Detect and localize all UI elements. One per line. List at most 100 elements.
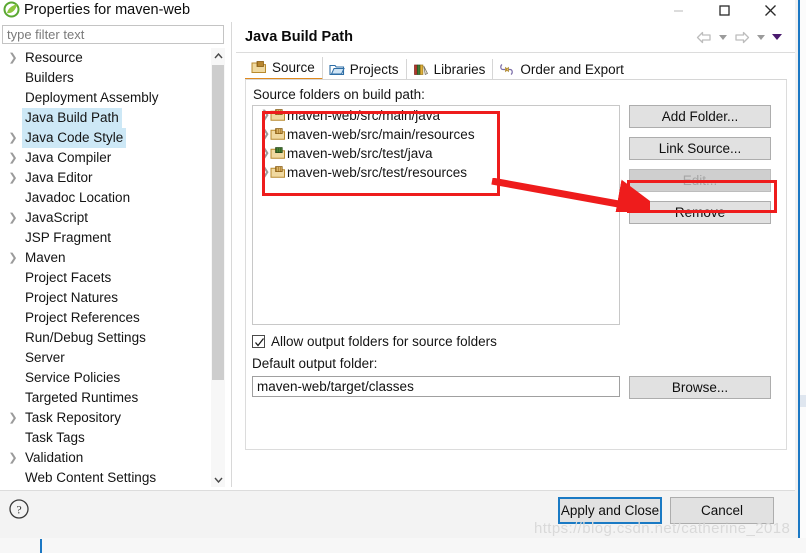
sidebar-item-project-references[interactable]: Project References [2, 308, 224, 328]
allow-output-folders-checkbox[interactable] [252, 335, 265, 348]
source-folder-path: maven-web/src/test/resources [287, 165, 468, 180]
sidebar-item-deployment-assembly[interactable]: Deployment Assembly [2, 88, 224, 108]
back-arrow-icon[interactable] [695, 28, 713, 46]
background-editor-scroll-track [800, 0, 806, 553]
filter-input[interactable] [2, 25, 224, 44]
sidebar-item-label: Validation [25, 450, 84, 465]
sidebar-item-label: JavaScript [25, 210, 89, 225]
source-folder-icon [270, 127, 286, 142]
sidebar-item-task-tags[interactable]: Task Tags [2, 428, 224, 448]
svg-text:?: ? [16, 503, 21, 517]
source-folder-icon [251, 60, 267, 75]
chevron-right-icon[interactable]: ❯ [7, 408, 19, 428]
sidebar-item-validation[interactable]: ❯ Validation [2, 448, 224, 468]
sidebar-item-javadoc-location[interactable]: Javadoc Location [2, 188, 224, 208]
chevron-right-icon[interactable]: ❯ [7, 248, 19, 268]
source-folder-row[interactable]: ❯ maven-web/src/test/java [253, 144, 619, 163]
source-folder-row[interactable]: ❯ maven-web/src/test/resources [253, 163, 619, 182]
sidebar-item-label: Run/Debug Settings [25, 330, 146, 345]
page-title: Java Build Path [245, 29, 353, 45]
scrollbar-thumb[interactable] [212, 65, 224, 380]
background-editor-scroll-thumb[interactable] [800, 395, 806, 407]
sidebar-item-run-debug-settings[interactable]: Run/Debug Settings [2, 328, 224, 348]
tab-label: Projects [349, 62, 399, 77]
sidebar-item-java-editor[interactable]: ❯ Java Editor [2, 168, 224, 188]
chevron-down-icon[interactable] [211, 472, 225, 487]
settings-tree-scrollbar[interactable] [210, 48, 225, 487]
sidebar-item-javascript[interactable]: ❯ JavaScript [2, 208, 224, 228]
sidebar-item-label: Resource [25, 50, 83, 65]
source-folders-label: Source folders on build path: [253, 87, 425, 102]
sidebar-item-java-code-style[interactable]: ❯ Java Code Style [2, 128, 224, 148]
source-buttons-column: Add Folder... Link Source... Edit... Remove [629, 105, 771, 233]
chevron-up-icon[interactable] [211, 48, 225, 63]
test-source-folder-icon [270, 146, 286, 161]
tab-bar: Source Projects Libraries Order and Export [245, 57, 631, 80]
background-bottom-accent [40, 539, 42, 553]
close-icon[interactable] [747, 0, 793, 20]
sidebar-item-label: Web Content Settings [25, 470, 157, 485]
sidebar-item-java-compiler[interactable]: ❯ Java Compiler [2, 148, 224, 168]
sidebar-item-label: Maven [25, 250, 66, 265]
sidebar-item-task-repository[interactable]: ❯ Task Repository [2, 408, 224, 428]
tab-projects[interactable]: Projects [322, 59, 407, 80]
properties-dialog: Properties for maven-web ❯ Resource Builde… [0, 0, 795, 538]
sidebar-item-service-policies[interactable]: Service Policies [2, 368, 224, 388]
cancel-button[interactable]: Cancel [670, 497, 774, 524]
maximize-icon[interactable] [701, 0, 747, 20]
sidebar-item-project-facets[interactable]: Project Facets [2, 268, 224, 288]
source-folder-path: maven-web/src/test/java [287, 146, 433, 161]
forward-arrow-icon[interactable] [733, 28, 751, 46]
source-folder-icon [270, 165, 286, 180]
chevron-right-icon[interactable]: ❯ [7, 168, 19, 188]
allow-output-folders-label: Allow output folders for source folders [271, 334, 497, 349]
chevron-right-icon[interactable]: ❯ [7, 148, 19, 168]
back-menu-caret-down-icon[interactable] [717, 28, 729, 46]
edit-button: Edit... [629, 169, 771, 192]
sidebar-item-label: Javadoc Location [25, 190, 131, 205]
forward-menu-caret-down-icon[interactable] [755, 28, 767, 46]
view-menu-caret-down-filled-icon[interactable] [771, 28, 783, 46]
add-folder-button[interactable]: Add Folder... [629, 105, 771, 128]
sidebar-item-jsp-fragment[interactable]: JSP Fragment [2, 228, 224, 248]
chevron-right-icon[interactable]: ❯ [7, 128, 19, 148]
default-output-folder-input[interactable] [252, 376, 620, 397]
background-accent-line [798, 0, 800, 553]
sidebar-item-builders[interactable]: Builders [2, 68, 224, 88]
help-icon[interactable]: ? [8, 498, 30, 520]
libraries-icon [413, 62, 429, 77]
source-folder-row[interactable]: ❯ maven-web/src/main/resources [253, 125, 619, 144]
sidebar-item-label: JSP Fragment [25, 230, 112, 245]
sidebar-item-resource[interactable]: ❯ Resource [2, 48, 224, 68]
settings-tree[interactable]: ❯ Resource Builders Deployment Assembly Java… [2, 48, 224, 487]
tab-libraries[interactable]: Libraries [406, 59, 494, 80]
allow-output-folders-row[interactable]: Allow output folders for source folders [252, 334, 497, 349]
window-title: Properties for maven-web [24, 2, 191, 18]
chevron-right-icon[interactable]: ❯ [7, 208, 19, 228]
source-folders-list[interactable]: ❯ maven-web/src/main/java ❯ maven-web/src/m… [252, 105, 620, 325]
link-source-button[interactable]: Link Source... [629, 137, 771, 160]
sidebar-item-targeted-runtimes[interactable]: Targeted Runtimes [2, 388, 224, 408]
browse-button[interactable]: Browse... [629, 376, 771, 399]
sidebar-item-server[interactable]: Server [2, 348, 224, 368]
source-folder-path: maven-web/src/main/java [287, 108, 441, 123]
projects-icon [329, 62, 345, 77]
minimize-icon[interactable] [655, 0, 701, 20]
chevron-right-icon[interactable]: ❯ [7, 448, 19, 468]
chevron-right-icon[interactable]: ❯ [7, 48, 19, 68]
sidebar-item-label: Java Code Style [22, 128, 127, 148]
source-folder-icon [270, 108, 286, 123]
sidebar-item-label: Project References [25, 310, 140, 325]
sidebar-item-project-natures[interactable]: Project Natures [2, 288, 224, 308]
order-export-icon [499, 62, 515, 77]
tab-source[interactable]: Source [245, 57, 323, 80]
source-folder-row[interactable]: ❯ maven-web/src/main/java [253, 106, 619, 125]
apply-and-close-button[interactable]: Apply and Close [558, 497, 662, 524]
tab-label: Source [272, 60, 315, 75]
remove-button[interactable]: Remove [629, 201, 771, 224]
sidebar-item-java-build-path[interactable]: Java Build Path [2, 108, 224, 128]
sidebar-item-web-content-settings[interactable]: Web Content Settings [2, 468, 224, 487]
tab-order-and-export[interactable]: Order and Export [493, 59, 631, 80]
sidebar-item-maven[interactable]: ❯ Maven [2, 248, 224, 268]
default-output-folder-label: Default output folder: [252, 356, 378, 371]
